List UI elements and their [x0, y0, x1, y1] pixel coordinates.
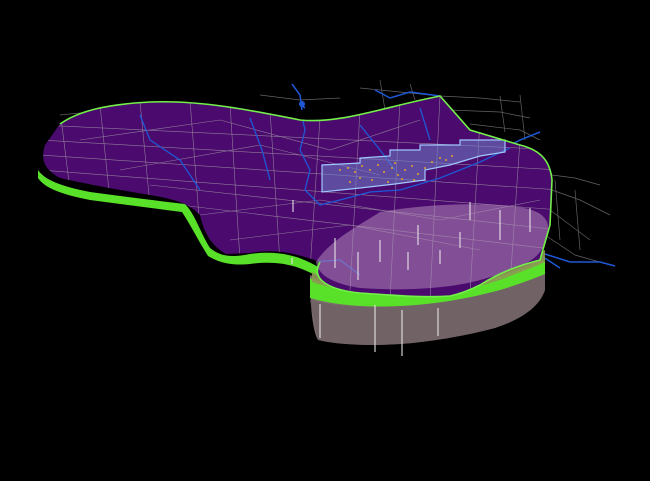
reservoir-marker — [299, 101, 305, 107]
map-3d-viewport[interactable] — [0, 0, 650, 481]
map-scene — [38, 79, 616, 356]
